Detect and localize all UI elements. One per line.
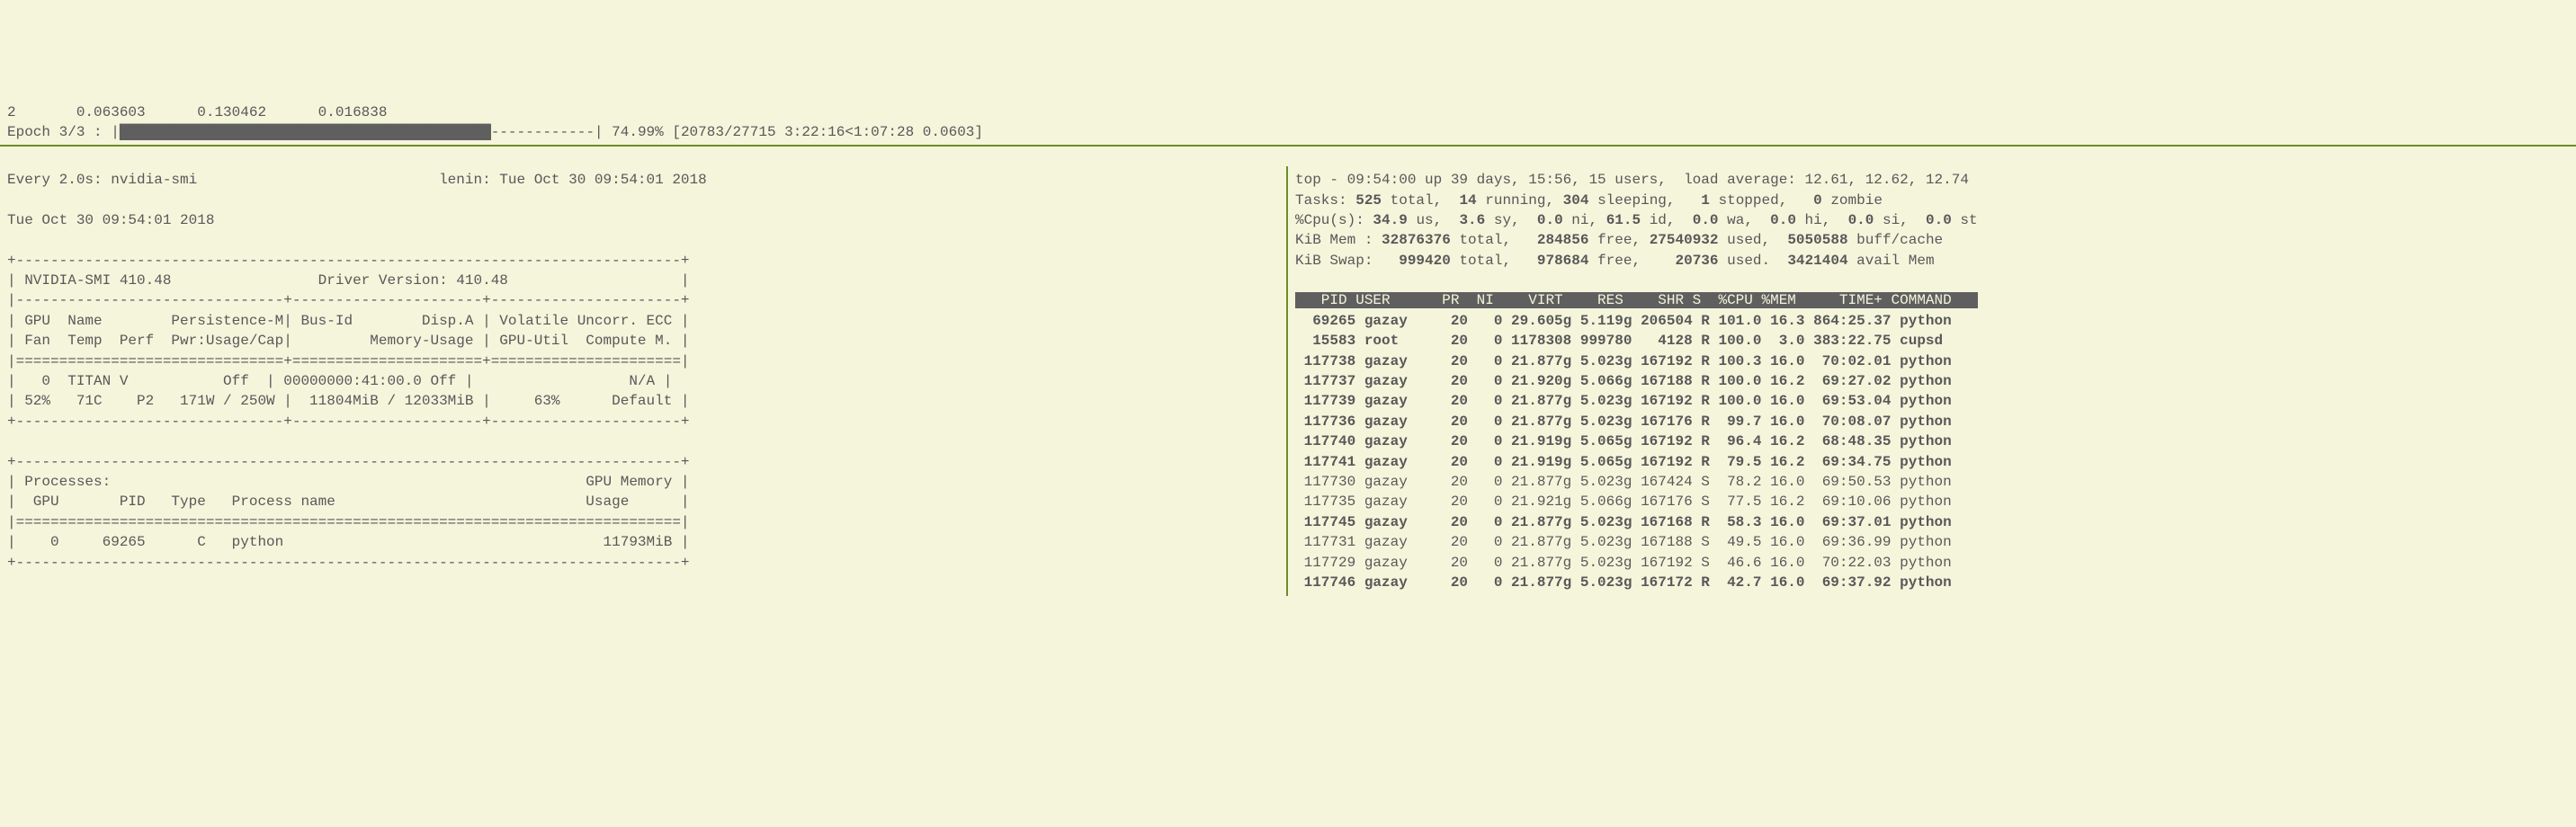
- top-header-line: top - 09:54:00 up 39 days, 15:56, 15 use…: [1295, 172, 1969, 188]
- proc-row: | 0 69265 C python 11793MiB |: [7, 534, 690, 550]
- top-swap-line: KiB Swap: 999420 total, 978684 free, 207…: [1295, 253, 1935, 269]
- smi-date: Tue Oct 30 09:54:01 2018: [7, 212, 214, 228]
- process-row: 117737 gazay 20 0 21.920g 5.066g 167188 …: [1295, 371, 2569, 391]
- smi-border-bottom: +-------------------------------+-------…: [7, 414, 690, 430]
- process-row: 117740 gazay 20 0 21.919g 5.065g 167192 …: [1295, 431, 2569, 451]
- smi-gpu-row1: | 0 TITAN V Off | 00000000:41:00.0 Off |…: [7, 373, 672, 389]
- smi-divider: |-------------------------------+-------…: [7, 292, 690, 308]
- proc-columns: | GPU PID Type Process name Usage |: [7, 494, 690, 510]
- process-row: 117730 gazay 20 0 21.877g 5.023g 167424 …: [1295, 472, 2569, 492]
- process-row: 15583 root 20 0 1178308 999780 4128 R 10…: [1295, 331, 2569, 351]
- top-mem-line: KiB Mem : 32876376 total, 284856 free, 2…: [1295, 232, 1943, 248]
- smi-header1: | GPU Name Persistence-M| Bus-Id Disp.A …: [7, 313, 690, 329]
- smi-divider-heavy: |===============================+=======…: [7, 353, 690, 369]
- proc-border-top: +---------------------------------------…: [7, 454, 690, 470]
- progress-bar-filled: ████████████████████████████████████████…: [120, 124, 491, 140]
- process-row: 117745 gazay 20 0 21.877g 5.023g 167168 …: [1295, 512, 2569, 532]
- process-row: 117746 gazay 20 0 21.877g 5.023g 167172 …: [1295, 573, 2569, 592]
- top-process-list: 69265 gazay 20 0 29.605g 5.119g 206504 R…: [1295, 311, 2569, 592]
- process-row: 117736 gazay 20 0 21.877g 5.023g 167176 …: [1295, 412, 2569, 431]
- proc-border-bottom: +---------------------------------------…: [7, 555, 690, 571]
- loss-values: 2 0.063603 0.130462 0.016838: [7, 104, 387, 120]
- process-row: 117739 gazay 20 0 21.877g 5.023g 167192 …: [1295, 391, 2569, 411]
- progress-stats: 74.99% [20783/27715 3:22:16<1:07:28 0.06…: [604, 124, 983, 140]
- epoch-label: Epoch 3/3 : |: [7, 124, 120, 140]
- top-pane: top - 09:54:00 up 39 days, 15:56, 15 use…: [1288, 166, 2576, 596]
- proc-header: | Processes: GPU Memory |: [7, 474, 690, 490]
- top-tasks-line: Tasks: 525 total, 14 running, 304 sleepi…: [1295, 192, 1883, 209]
- top-cpu-line: %Cpu(s): 34.9 us, 3.6 sy, 0.0 ni, 61.5 i…: [1295, 212, 1978, 228]
- smi-version: | NVIDIA-SMI 410.48 Driver Version: 410.…: [7, 272, 690, 289]
- watch-header: Every 2.0s: nvidia-smi lenin: Tue Oct 30…: [7, 172, 707, 188]
- smi-header2: | Fan Temp Perf Pwr:Usage/Cap| Memory-Us…: [7, 333, 690, 349]
- proc-divider: |=======================================…: [7, 514, 690, 530]
- process-row: 69265 gazay 20 0 29.605g 5.119g 206504 R…: [1295, 311, 2569, 331]
- smi-gpu-row2: | 52% 71C P2 171W / 250W | 11804MiB / 12…: [7, 393, 690, 409]
- process-row: 117735 gazay 20 0 21.921g 5.066g 167176 …: [1295, 492, 2569, 511]
- process-row: 117738 gazay 20 0 21.877g 5.023g 167192 …: [1295, 351, 2569, 371]
- nvidia-smi-pane: Every 2.0s: nvidia-smi lenin: Tue Oct 30…: [0, 166, 1288, 596]
- process-row: 117729 gazay 20 0 21.877g 5.023g 167192 …: [1295, 553, 2569, 573]
- top-column-header: PID USER PR NI VIRT RES SHR S %CPU %MEM …: [1295, 292, 1978, 308]
- training-log-pane: 2 0.063603 0.130462 0.016838 Epoch 3/3 :…: [0, 81, 2576, 147]
- progress-bar-empty: ------------|: [491, 124, 604, 140]
- process-row: 117731 gazay 20 0 21.877g 5.023g 167188 …: [1295, 532, 2569, 552]
- process-row: 117741 gazay 20 0 21.919g 5.065g 167192 …: [1295, 452, 2569, 472]
- smi-border-top: +---------------------------------------…: [7, 253, 690, 269]
- tmux-bottom-panes: Every 2.0s: nvidia-smi lenin: Tue Oct 30…: [0, 166, 2576, 596]
